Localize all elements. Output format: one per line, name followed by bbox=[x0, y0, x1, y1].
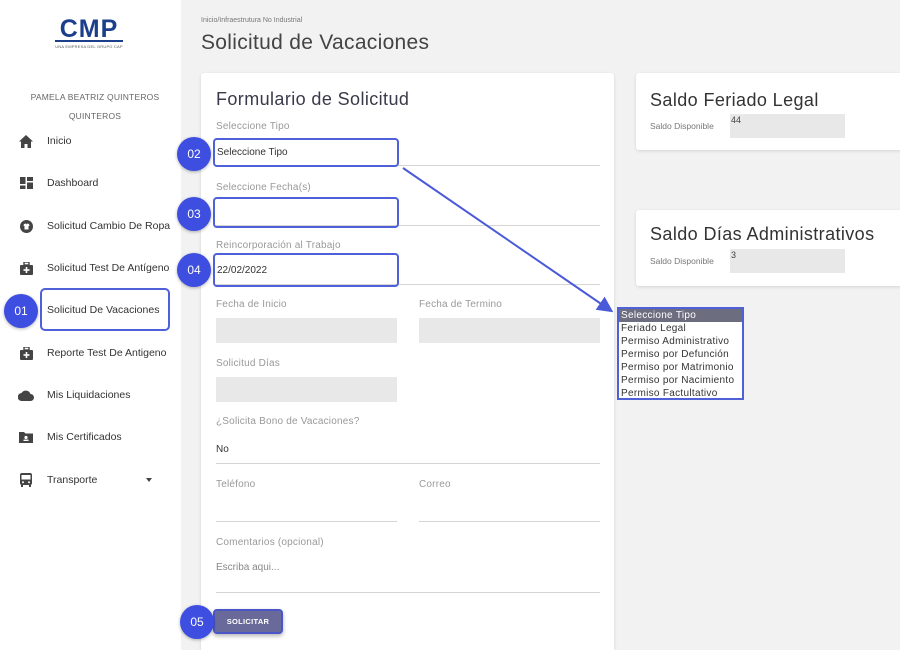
bus-icon bbox=[18, 472, 34, 488]
dropdown-option[interactable]: Permiso por Matrimonio bbox=[619, 361, 742, 374]
chevron-down-icon bbox=[146, 478, 152, 482]
active-item-highlight bbox=[40, 288, 170, 331]
step-badge-04: 04 bbox=[177, 253, 211, 287]
medical-kit-icon bbox=[18, 345, 34, 361]
comentarios-label: Comentarios (opcional) bbox=[216, 537, 324, 548]
solicitar-button[interactable]: SOLICITAR bbox=[213, 609, 283, 634]
telefono-label: Teléfono bbox=[216, 479, 256, 490]
dropdown-option[interactable]: Permiso por Defunción bbox=[619, 348, 742, 361]
sidebar-item-label: Transporte bbox=[47, 474, 98, 486]
step-badge-02: 02 bbox=[177, 137, 211, 171]
dropdown-option[interactable]: Permiso Factultativo bbox=[619, 387, 742, 400]
logo-subtitle: UNA EMPRESA DEL GRUPO CAP bbox=[55, 44, 123, 49]
sidebar-item-label: Solicitud Cambio De Ropa bbox=[47, 220, 171, 232]
form-title: Formulario de Solicitud bbox=[216, 89, 410, 109]
step-badge-05: 05 bbox=[180, 605, 214, 639]
sidebar-item-test-antigeno[interactable]: Solicitud Test De Antígeno bbox=[0, 248, 181, 288]
sidebar-item-cambio-ropa[interactable]: Solicitud Cambio De Ropa bbox=[0, 206, 181, 246]
cmp-logo[interactable]: CMP UNA EMPRESA DEL GRUPO CAP bbox=[53, 16, 125, 50]
page-title: Solicitud de Vacaciones bbox=[201, 31, 430, 54]
tipo-select[interactable]: Seleccione Tipo bbox=[213, 138, 399, 167]
cloud-icon bbox=[18, 387, 34, 403]
feriado-saldo-label: Saldo Disponible bbox=[650, 121, 714, 131]
fecha-inicio-label: Fecha de Inicio bbox=[216, 299, 287, 310]
dropdown-option[interactable]: Feriado Legal bbox=[619, 322, 742, 335]
step-badge-01: 01 bbox=[4, 294, 38, 328]
bono-label: ¿Solicita Bono de Vacaciones? bbox=[216, 416, 360, 427]
sidebar-item-label: Mis Certificados bbox=[47, 431, 122, 443]
correo-label: Correo bbox=[419, 479, 451, 490]
sidebar-item-certificados[interactable]: Mis Certificados bbox=[0, 417, 181, 457]
tipo-select-value: Seleccione Tipo bbox=[217, 147, 288, 158]
sidebar-item-label: Mis Liquidaciones bbox=[47, 389, 131, 401]
sidebar-item-label: Solicitud Test De Antígeno bbox=[47, 262, 170, 274]
sidebar-item-label: Reporte Test De Antigeno bbox=[47, 347, 167, 359]
sidebar-item-dashboard[interactable]: Dashboard bbox=[0, 163, 181, 203]
bono-select[interactable]: No bbox=[216, 444, 229, 455]
tipo-label: Seleccione Tipo bbox=[216, 121, 290, 132]
logo-underline bbox=[55, 40, 123, 42]
fecha-termino-field bbox=[419, 318, 600, 343]
fecha-termino-label: Fecha de Termino bbox=[419, 299, 503, 310]
reincorporacion-value: 22/02/2022 bbox=[217, 264, 268, 276]
fechas-input[interactable] bbox=[213, 197, 399, 228]
tipo-dropdown-list: Seleccione Tipo Feriado Legal Permiso Ad… bbox=[617, 307, 744, 400]
sidebar-item-reporte-antigeno[interactable]: Reporte Test De Antigeno bbox=[0, 333, 181, 373]
logo-text: CMP bbox=[59, 15, 119, 43]
user-name-line1: PAMELA BEATRIZ QUINTEROS bbox=[30, 92, 160, 102]
admin-saldo-label: Saldo Disponible bbox=[650, 256, 714, 266]
solicitud-dias-label: Solicitud Días bbox=[216, 358, 280, 369]
dropdown-option[interactable]: Permiso por Nacimiento bbox=[619, 374, 742, 387]
dropdown-option[interactable]: Seleccione Tipo bbox=[619, 309, 742, 322]
sidebar-item-label: Inicio bbox=[47, 135, 72, 147]
dropdown-option[interactable]: Permiso Administrativo bbox=[619, 335, 742, 348]
sidebar-item-inicio[interactable]: Inicio bbox=[0, 121, 181, 161]
feriado-legal-title: Saldo Feriado Legal bbox=[650, 90, 819, 110]
solicitud-dias-field bbox=[216, 377, 397, 402]
fecha-inicio-field bbox=[216, 318, 397, 343]
comentarios-underline bbox=[216, 592, 600, 593]
dias-administrativos-card: Saldo Días Administrativos Saldo Disponi… bbox=[636, 210, 900, 286]
certificate-icon bbox=[18, 429, 34, 445]
telefono-input[interactable] bbox=[216, 521, 397, 522]
reincorporacion-label: Reincorporación al Trabajo bbox=[216, 240, 341, 251]
step-badge-03: 03 bbox=[177, 197, 211, 231]
feriado-saldo-value: 44 bbox=[730, 114, 845, 138]
sidebar-item-transporte[interactable]: Transporte bbox=[0, 460, 181, 500]
shirt-icon bbox=[18, 218, 34, 234]
breadcrumb: Inicio/Infraestrutura No Industrial bbox=[201, 17, 303, 24]
home-icon bbox=[18, 133, 34, 149]
admin-saldo-value: 3 bbox=[730, 249, 845, 273]
medical-kit-icon bbox=[18, 260, 34, 276]
dias-administrativos-title: Saldo Días Administrativos bbox=[650, 224, 875, 244]
correo-input[interactable] bbox=[419, 521, 600, 522]
comentarios-input[interactable]: Escriba aqui... bbox=[216, 562, 279, 573]
sidebar-item-liquidaciones[interactable]: Mis Liquidaciones bbox=[0, 375, 181, 415]
fechas-label: Seleccione Fecha(s) bbox=[216, 182, 311, 193]
sidebar-item-label: Dashboard bbox=[47, 177, 99, 189]
feriado-legal-card: Saldo Feriado Legal Saldo Disponible 44 bbox=[636, 73, 900, 150]
bono-underline bbox=[216, 463, 600, 464]
reincorporacion-input[interactable]: 22/02/2022 bbox=[213, 253, 399, 287]
dashboard-icon bbox=[18, 175, 34, 191]
